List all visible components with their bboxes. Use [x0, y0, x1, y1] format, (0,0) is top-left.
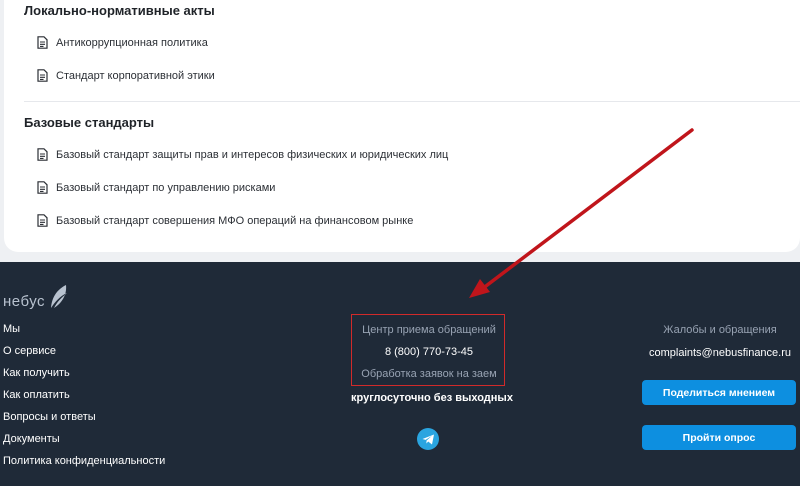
footer-nav-documents[interactable]: Документы — [3, 432, 165, 454]
footer-nav-privacy-policy[interactable]: Политика конфиденциальности — [3, 454, 165, 476]
brand-logo[interactable]: небус — [3, 284, 69, 310]
complaints-email[interactable]: complaints@nebusfinance.ru — [640, 347, 800, 359]
telegram-icon[interactable] — [417, 428, 439, 450]
footer-nav-service[interactable]: О сервисе — [3, 344, 165, 366]
document-icon — [37, 36, 48, 49]
doc-link-ethics[interactable]: Стандарт корпоративной этики — [37, 69, 215, 82]
section-title-local-acts: Локально-нормативные акты — [24, 3, 215, 18]
document-icon — [37, 148, 48, 161]
document-icon — [37, 181, 48, 194]
complaints-title: Жалобы и обращения — [663, 324, 777, 336]
doc-link-risk-management[interactable]: Базовый стандарт по управлению рисками — [37, 181, 275, 194]
doc-link-label: Базовый стандарт защиты прав и интересов… — [56, 148, 449, 161]
doc-link-label: Базовый стандарт по управлению рисками — [56, 181, 276, 194]
document-icon — [37, 214, 48, 227]
footer-nav-how-to-pay[interactable]: Как оплатить — [3, 388, 165, 410]
document-icon — [37, 69, 48, 82]
take-survey-button[interactable]: Пройти опрос — [642, 425, 796, 450]
leaf-logo-icon — [51, 285, 68, 308]
section-title-base-standards: Базовые стандарты — [24, 115, 155, 130]
doc-link-label: Антикоррупционная политика — [56, 36, 208, 49]
doc-link-rights-protection[interactable]: Базовый стандарт защиты прав и интересов… — [37, 148, 448, 161]
site-footer: небус Мы О сервисе Как получить Как опла… — [0, 262, 800, 486]
contact-center-title: Центр приема обращений — [362, 324, 496, 336]
doc-link-anticorruption[interactable]: Антикоррупционная политика — [37, 36, 208, 49]
logo-text: небус — [3, 293, 46, 310]
doc-link-mfo-operations[interactable]: Базовый стандарт совершения МФО операций… — [37, 214, 413, 227]
footer-nav-about-us[interactable]: Мы — [3, 322, 165, 344]
share-opinion-button[interactable]: Поделиться мнением — [642, 380, 796, 405]
contact-phone[interactable]: 8 (800) 770-73-45 — [352, 346, 506, 358]
working-hours: круглосуточно без выходных — [351, 392, 513, 404]
footer-nav: Мы О сервисе Как получить Как оплатить В… — [3, 322, 165, 476]
documents-area: Локально-нормативные акты Антикоррупцион… — [0, 0, 800, 262]
footer-nav-how-to-get[interactable]: Как получить — [3, 366, 165, 388]
section-divider — [24, 101, 800, 102]
doc-link-label: Базовый стандарт совершения МФО операций… — [56, 214, 414, 227]
documents-card: Локально-нормативные акты Антикоррупцион… — [4, 0, 800, 252]
contact-center-highlight: Центр приема обращений 8 (800) 770-73-45… — [351, 314, 505, 386]
contact-center-subtitle: Обработка заявок на заем — [361, 368, 497, 380]
doc-link-label: Стандарт корпоративной этики — [56, 69, 215, 82]
footer-nav-faq[interactable]: Вопросы и ответы — [3, 410, 165, 432]
